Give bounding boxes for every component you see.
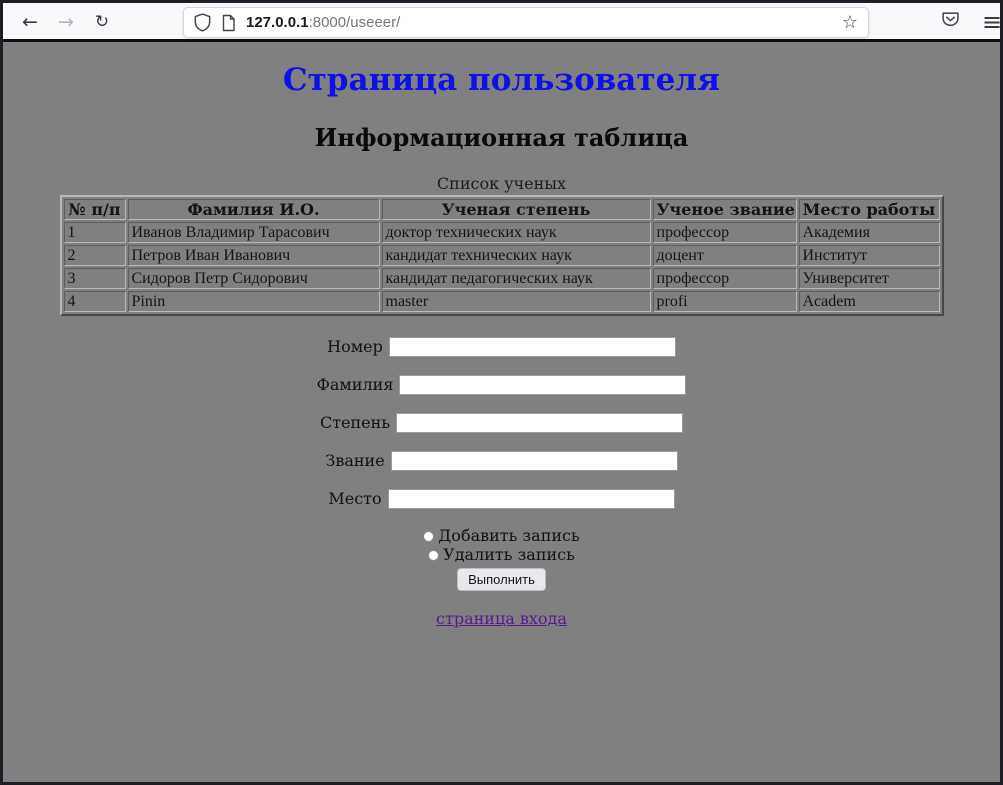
link-line: страница входа xyxy=(3,609,1000,628)
shield-icon[interactable] xyxy=(194,13,211,32)
place-input[interactable] xyxy=(388,489,675,509)
add-record-radio[interactable] xyxy=(423,531,434,542)
table-header-row: № п/п Фамилия И.О. Ученая степень Ученое… xyxy=(64,199,940,220)
cell-degree: кандидат технических наук xyxy=(382,245,651,266)
cell-rank: профессор xyxy=(653,222,797,243)
surname-label: Фамилия xyxy=(317,375,394,394)
col-header-surname: Фамилия И.О. xyxy=(128,199,380,220)
number-input[interactable] xyxy=(389,337,676,357)
cell-number: 1 xyxy=(64,222,126,243)
cell-rank: profi xyxy=(653,291,797,312)
form-row-number: Номер xyxy=(3,336,1000,356)
form-row-degree: Степень xyxy=(3,412,1000,432)
radio-line-add: Добавить запись xyxy=(3,526,1000,545)
bookmark-star-icon[interactable]: ☆ xyxy=(842,14,858,32)
surname-input[interactable] xyxy=(399,375,686,395)
col-header-degree: Ученая степень xyxy=(382,199,651,220)
reload-button[interactable]: ↻ xyxy=(87,7,117,37)
url-text: 127.0.0.1:8000/useeer/ xyxy=(246,14,842,31)
table-row: 3 Сидоров Петр Сидорович кандидат педаго… xyxy=(64,268,940,289)
cell-workplace: Институт xyxy=(799,245,940,266)
cell-number: 4 xyxy=(64,291,126,312)
url-bar[interactable]: 127.0.0.1:8000/useeer/ ☆ xyxy=(183,7,869,38)
url-host: 127.0.0.1 xyxy=(246,14,309,31)
cell-number: 2 xyxy=(64,245,126,266)
browser-toolbar: ← → ↻ 127.0.0.1:8000/useeer/ ☆ ≡ xyxy=(3,3,1000,42)
cell-degree: master xyxy=(382,291,651,312)
table-row: 1 Иванов Владимир Тарасович доктор техни… xyxy=(64,222,940,243)
form-row-surname: Фамилия xyxy=(3,374,1000,394)
cell-degree: доктор технических наук xyxy=(382,222,651,243)
cell-surname: Петров Иван Иванович xyxy=(128,245,380,266)
rank-label: Звание xyxy=(325,451,384,470)
back-button[interactable]: ← xyxy=(15,7,45,37)
table-row: 2 Петров Иван Иванович кандидат техничес… xyxy=(64,245,940,266)
record-form: Номер Фамилия Степень Звание Место Добав… xyxy=(3,336,1000,591)
cell-workplace: Академия xyxy=(799,222,940,243)
page-icon[interactable] xyxy=(221,14,236,32)
section-heading: Информационная таблица xyxy=(3,123,1000,152)
cell-workplace: Университет xyxy=(799,268,940,289)
cell-rank: профессор xyxy=(653,268,797,289)
place-label: Место xyxy=(328,489,381,508)
table-row: 4 Pinin master profi Academ xyxy=(64,291,940,312)
degree-input[interactable] xyxy=(396,413,683,433)
page-content: Страница пользователя Информационная таб… xyxy=(3,42,1000,782)
url-path: :8000/useeer/ xyxy=(309,14,401,31)
cell-surname: Сидоров Петр Сидорович xyxy=(128,268,380,289)
rank-input[interactable] xyxy=(391,451,678,471)
page-title: Страница пользователя xyxy=(3,62,1000,98)
col-header-number: № п/п xyxy=(64,199,126,220)
cell-surname: Иванов Владимир Тарасович xyxy=(128,222,380,243)
browser-window: ← → ↻ 127.0.0.1:8000/useeer/ ☆ ≡ Страниц… xyxy=(0,0,1003,785)
cell-degree: кандидат педагогических наук xyxy=(382,268,651,289)
form-row-place: Место xyxy=(3,488,1000,508)
number-label: Номер xyxy=(327,337,383,356)
execute-button[interactable]: Выполнить xyxy=(457,568,546,591)
col-header-workplace: Место работы xyxy=(799,199,940,220)
cell-rank: доцент xyxy=(653,245,797,266)
degree-label: Степень xyxy=(320,413,390,432)
delete-record-radio[interactable] xyxy=(428,550,439,561)
cell-surname: Pinin xyxy=(128,291,380,312)
form-row-rank: Звание xyxy=(3,450,1000,470)
table-caption: Список ученых xyxy=(60,174,944,195)
forward-button[interactable]: → xyxy=(51,7,81,37)
col-header-rank: Ученое звание xyxy=(653,199,797,220)
scientists-table: Список ученых № п/п Фамилия И.О. Ученая … xyxy=(60,174,944,316)
menu-button[interactable]: ≡ xyxy=(979,5,1003,39)
cell-number: 3 xyxy=(64,268,126,289)
delete-record-label: Удалить запись xyxy=(443,545,575,564)
cell-workplace: Academ xyxy=(799,291,940,312)
pocket-icon[interactable] xyxy=(941,11,960,32)
add-record-label: Добавить запись xyxy=(438,526,579,545)
radio-line-delete: Удалить запись xyxy=(3,545,1000,564)
login-page-link[interactable]: страница входа xyxy=(436,609,567,628)
